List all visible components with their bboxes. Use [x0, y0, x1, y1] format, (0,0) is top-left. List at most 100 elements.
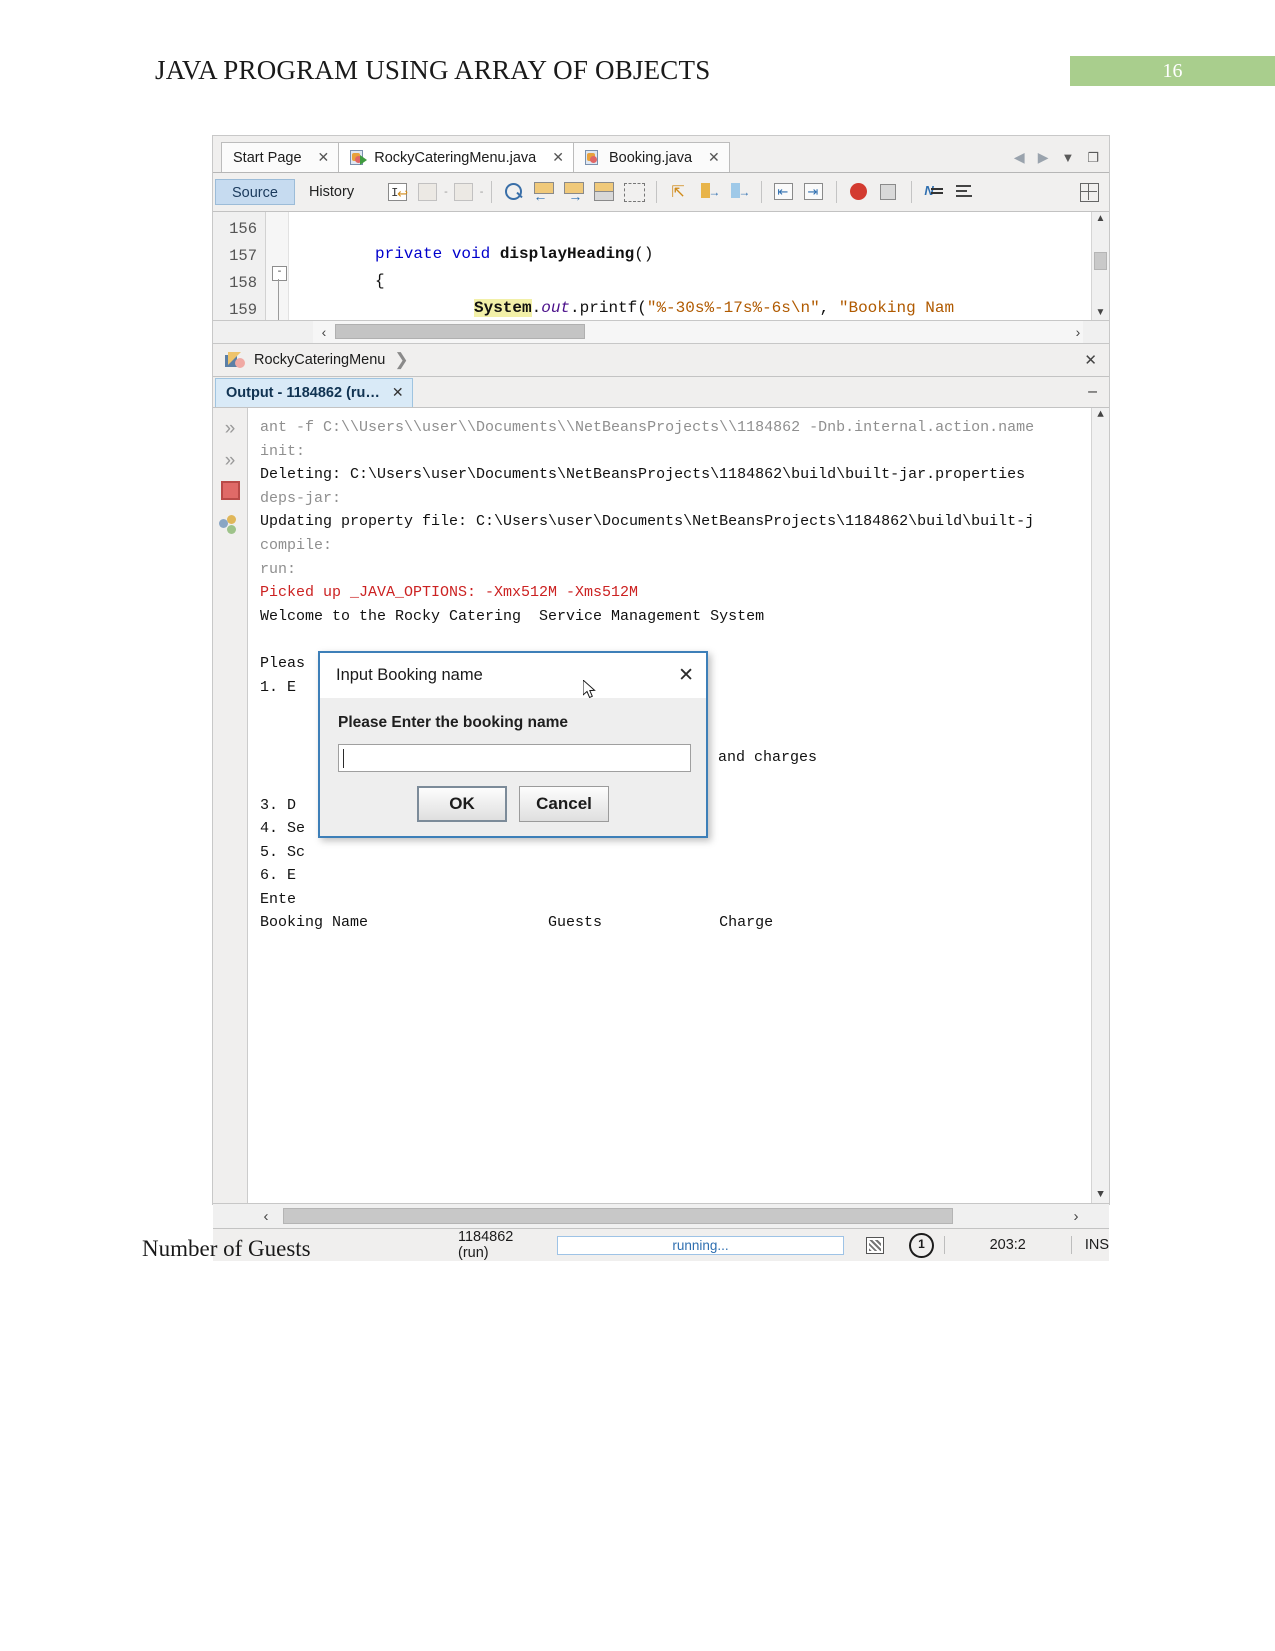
rectangular-selection-icon[interactable]: [622, 181, 646, 203]
output-line: init:: [260, 442, 306, 460]
toggle-bookmark-icon[interactable]: →: [697, 181, 721, 203]
tab-label: RockyCateringMenu.java: [374, 149, 537, 166]
tab-start-page[interactable]: Start Page ✕: [221, 142, 340, 172]
scroll-up-icon[interactable]: ▲: [1092, 212, 1109, 226]
booking-name-input[interactable]: [338, 744, 691, 772]
class-icon: [225, 351, 245, 369]
scroll-left-icon[interactable]: ‹: [249, 1208, 283, 1225]
tab-list-dropdown-icon[interactable]: ▼: [1061, 150, 1074, 165]
dialog-prompt-label: Please Enter the booking name: [338, 714, 568, 731]
status-divider-2: [1070, 1236, 1072, 1254]
output-line: Ente: [260, 890, 297, 908]
find-next-icon[interactable]: →: [562, 181, 586, 203]
scroll-tabs-left-icon[interactable]: ◀: [1014, 149, 1025, 166]
dialog-title: Input Booking name: [336, 666, 483, 684]
toolbar-separator-2: [656, 181, 658, 203]
line-number: 158: [229, 274, 257, 292]
start-macro-recording-icon[interactable]: [847, 181, 871, 203]
scrollbar-thumb[interactable]: [335, 324, 585, 339]
stop-icon[interactable]: [218, 481, 242, 505]
scrollbar-thumb[interactable]: [1094, 252, 1107, 270]
scroll-left-icon[interactable]: ‹: [311, 324, 337, 340]
page-number: 16: [1162, 60, 1183, 82]
code-vertical-scrollbar[interactable]: ▲ ▼: [1091, 212, 1109, 320]
scroll-tabs-right-icon[interactable]: ▶: [1038, 149, 1049, 166]
output-line: Deleting: C:\Users\user\Documents\NetBea…: [260, 466, 1026, 484]
breadcrumb-label[interactable]: RockyCateringMenu: [254, 352, 385, 368]
ok-button[interactable]: OK: [417, 786, 507, 822]
maximize-editor-icon[interactable]: [1077, 181, 1101, 203]
background-tasks-icon[interactable]: [865, 1236, 885, 1254]
rerun-alt-icon[interactable]: »: [218, 449, 242, 473]
close-icon[interactable]: ✕: [708, 149, 720, 166]
close-icon[interactable]: ✕: [392, 384, 404, 401]
progress-bar[interactable]: running...: [557, 1235, 844, 1255]
close-icon[interactable]: ✕: [318, 149, 330, 166]
scroll-down-icon[interactable]: ▼: [1092, 306, 1109, 320]
figure-caption: Number of Guests: [142, 1236, 311, 1261]
fold-line: [278, 279, 279, 320]
output-line: Updating property file: C:\Users\user\Do…: [260, 513, 1035, 531]
back-icon: [416, 181, 440, 203]
output-line: compile:: [260, 536, 333, 554]
status-task-label: 1184862 (run): [458, 1229, 514, 1261]
output-line: Booking Name Guests Charge: [260, 914, 774, 932]
tab-rockycateringmenu-java[interactable]: RockyCateringMenu.java ✕: [338, 142, 574, 172]
scroll-right-icon[interactable]: ›: [1059, 1208, 1093, 1225]
attach-debugger-icon[interactable]: [218, 513, 242, 537]
tab-label: Start Page: [233, 149, 302, 166]
dropdown-dash-icon-2[interactable]: -: [480, 186, 484, 198]
output-line: 5. Sc: [260, 843, 306, 861]
shift-left-icon[interactable]: ⇱: [667, 181, 691, 203]
java-file-icon: [584, 149, 602, 166]
page-title: JAVA PROGRAM USING ARRAY OF OBJECTS: [155, 55, 711, 85]
breadcrumb-separator-icon: ❯: [394, 350, 409, 369]
output-tab-label: Output - 1184862 (ru…: [226, 384, 380, 401]
toolbar-separator-4: [836, 181, 838, 203]
dropdown-dash-icon[interactable]: -: [444, 186, 448, 198]
align-icon[interactable]: [952, 181, 976, 203]
shift-line-right-icon[interactable]: ⇥: [802, 181, 826, 203]
maximize-icon[interactable]: ❐: [1087, 150, 1099, 166]
tab-source[interactable]: Source: [215, 179, 295, 205]
tab-history[interactable]: History: [295, 179, 368, 205]
output-vertical-scrollbar[interactable]: ▲ ▼: [1091, 408, 1109, 1203]
close-icon[interactable]: ✕: [678, 666, 694, 685]
scroll-right-icon[interactable]: ›: [1065, 324, 1091, 340]
output-line: Picked up _JAVA_OPTIONS: -Xmx512M -Xms51…: [260, 584, 639, 602]
close-icon[interactable]: ✕: [552, 149, 564, 166]
code-line-158: {: [375, 272, 385, 290]
cancel-button[interactable]: Cancel: [519, 786, 609, 822]
output-line: Welcome to the Rocky Catering Service Ma…: [260, 607, 765, 625]
shift-line-left-icon[interactable]: ⇤: [772, 181, 796, 203]
output-horizontal-scrollbar[interactable]: ‹ ›: [213, 1203, 1109, 1228]
toggle-highlight-icon[interactable]: [592, 181, 616, 203]
next-bookmark-icon[interactable]: →: [727, 181, 751, 203]
minimize-icon[interactable]: –: [1088, 383, 1109, 401]
code-editor[interactable]: 156 157 158 159 - private void displayHe…: [213, 212, 1109, 321]
tab-booking-java[interactable]: Booking.java ✕: [572, 142, 730, 172]
scroll-up-icon[interactable]: ▲: [1092, 408, 1109, 423]
rerun-icon[interactable]: »: [218, 417, 242, 441]
tab-nav-controls: ◀ ▶ ▼ ❐: [1014, 149, 1109, 172]
scrollbar-thumb[interactable]: [283, 1208, 953, 1224]
code-fold-column: -: [266, 212, 289, 320]
line-number-gutter: 156 157 158 159: [213, 212, 266, 320]
code-horizontal-scrollbar[interactable]: ‹ ›: [213, 321, 1109, 344]
collapse-fold-icon[interactable]: -: [272, 266, 287, 281]
inspect-members-icon[interactable]: N: [922, 181, 946, 203]
stop-macro-recording-icon[interactable]: [877, 181, 901, 203]
input-booking-name-dialog: Input Booking name ✕ Please Enter the bo…: [318, 651, 708, 838]
find-selection-icon[interactable]: [502, 181, 526, 203]
close-icon[interactable]: ✕: [1084, 351, 1109, 369]
output-line: 6. E: [260, 867, 297, 885]
last-edit-icon[interactable]: I ↩: [386, 181, 410, 203]
find-previous-icon[interactable]: ←: [532, 181, 556, 203]
output-line: run:: [260, 560, 297, 578]
toolbar-separator: [491, 181, 493, 203]
scroll-down-icon[interactable]: ▼: [1092, 1188, 1109, 1203]
text-caret: [343, 749, 344, 768]
tab-output[interactable]: Output - 1184862 (ru… ✕: [215, 377, 413, 407]
notification-count-badge[interactable]: 1: [909, 1232, 934, 1258]
line-number: 159: [229, 301, 257, 319]
